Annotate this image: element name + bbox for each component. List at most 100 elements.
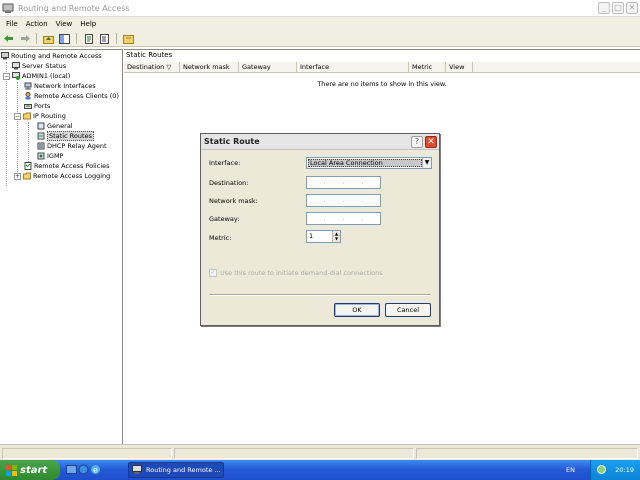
internet-explorer-icon[interactable]: e <box>90 464 101 475</box>
tree-label: Server Status <box>22 62 67 70</box>
interface-select[interactable]: Local Area Connection ▼ <box>306 157 432 169</box>
destination-field[interactable]: ... <box>306 176 381 189</box>
dialog-title: Static Route <box>204 137 260 146</box>
console-tree-icon <box>59 33 70 44</box>
network-interfaces-icon <box>24 82 32 90</box>
tree-label: Ports <box>34 102 51 110</box>
tree-label: Remote Access Policies <box>34 162 110 170</box>
properties-button[interactable] <box>82 33 95 45</box>
destination-label: Destination: <box>209 179 249 187</box>
export-list-button[interactable] <box>98 33 111 45</box>
status-segment <box>2 448 172 459</box>
tree-item-root[interactable]: Routing and Remote Access <box>1 51 102 61</box>
static-route-dialog: Static Route ? ✕ Interface: Local Area C… <box>200 133 440 326</box>
show-desktop-icon[interactable] <box>66 464 77 475</box>
taskbar-task-label: Routing and Remote ... <box>146 466 221 474</box>
igmp-icon <box>37 152 45 160</box>
column-network-mask[interactable]: Network mask <box>180 62 239 73</box>
tree-label: Remote Access Logging <box>33 172 111 180</box>
network-mask-field[interactable]: ... <box>306 194 381 207</box>
tree-item-general[interactable]: General <box>37 121 73 131</box>
tree-item-dhcp-relay-agent[interactable]: DHCP Relay Agent <box>37 141 107 151</box>
language-indicator[interactable]: EN <box>566 466 575 474</box>
empty-list-message: There are no items to show in this view. <box>317 80 447 88</box>
menu-view[interactable]: View <box>52 20 77 28</box>
ok-button[interactable]: OK <box>334 303 380 317</box>
metric-spinner[interactable]: ▲ ▼ <box>332 231 340 242</box>
tree-item-igmp[interactable]: IGMP <box>37 151 63 161</box>
toolbar-separator <box>116 33 117 44</box>
dialog-separator <box>209 294 431 296</box>
interface-select-value: Local Area Connection <box>308 159 422 167</box>
tree-label: ADMIN1 (local) <box>22 72 71 80</box>
gateway-label: Gateway: <box>209 215 240 223</box>
tree-item-remote-access-clients[interactable]: Remote Access Clients (0) <box>24 91 119 101</box>
folder-icon <box>23 112 31 120</box>
tree-item-server-status[interactable]: Server Status <box>12 61 66 71</box>
tree-item-remote-access-logging[interactable]: + Remote Access Logging <box>14 171 110 181</box>
column-destination[interactable]: Destination ▽ <box>124 62 180 73</box>
toolbar <box>0 31 640 47</box>
column-metric[interactable]: Metric <box>409 62 446 73</box>
dropdown-arrow-icon[interactable]: ▼ <box>422 158 431 168</box>
status-segment <box>174 448 414 459</box>
tree-item-server[interactable]: − ADMIN1 (local) <box>3 71 70 81</box>
spin-down-icon[interactable]: ▼ <box>333 236 340 241</box>
tree-item-network-interfaces[interactable]: Network Interfaces <box>24 81 96 91</box>
tree-label: General <box>47 122 73 130</box>
up-level-button[interactable] <box>42 33 55 45</box>
dialog-help-button[interactable]: ? <box>411 136 423 148</box>
collapse-icon[interactable]: − <box>14 112 21 120</box>
demand-dial-checkbox-row: ✓ Use this route to initiate demand-dial… <box>209 269 383 277</box>
interface-label: Interface: <box>209 159 241 167</box>
expand-icon[interactable]: + <box>14 172 21 180</box>
collapse-icon[interactable]: − <box>3 72 10 80</box>
column-headers: Destination ▽ Network mask Gateway Inter… <box>124 62 640 73</box>
cancel-button[interactable]: Cancel <box>385 303 431 317</box>
explorer-quicklaunch-icon[interactable] <box>78 464 89 475</box>
forward-button[interactable] <box>18 33 31 45</box>
title-bar: Routing and Remote Access _ □ ✕ <box>0 0 640 17</box>
maximize-button[interactable]: □ <box>612 2 624 14</box>
server-status-icon <box>12 62 20 70</box>
server-up-icon <box>12 72 20 80</box>
help-book-icon <box>123 34 134 44</box>
metric-stepper[interactable]: 1 ▲ ▼ <box>306 230 341 243</box>
minimize-button[interactable]: _ <box>598 2 610 14</box>
static-routes-icon <box>37 132 45 140</box>
ports-icon <box>24 104 32 109</box>
tree-label: Network Interfaces <box>34 82 96 90</box>
window-title: Routing and Remote Access <box>18 3 130 13</box>
dialog-title-bar: Static Route ? ✕ <box>201 134 439 150</box>
tree-item-static-routes[interactable]: Static Routes <box>37 131 94 141</box>
menu-help[interactable]: Help <box>76 20 100 28</box>
tree-item-ports[interactable]: Ports <box>24 101 50 111</box>
toolbar-separator <box>36 33 37 44</box>
column-gateway[interactable]: Gateway <box>239 62 297 73</box>
menu-file[interactable]: File <box>2 20 22 28</box>
close-window-button[interactable]: ✕ <box>626 2 638 14</box>
dialog-close-button[interactable]: ✕ <box>425 136 437 148</box>
demand-dial-checkbox-label: Use this route to initiate demand-dial c… <box>220 269 383 277</box>
routing-task-icon <box>132 465 142 474</box>
sort-arrow-icon: ▽ <box>166 63 172 71</box>
tree-item-remote-access-policies[interactable]: Remote Access Policies <box>24 161 110 171</box>
back-button[interactable] <box>2 33 15 45</box>
folder-up-icon <box>43 35 54 44</box>
column-view[interactable]: View <box>446 62 473 73</box>
windows-flag-icon <box>6 464 17 476</box>
policies-icon <box>24 162 32 170</box>
help-toolbar-button[interactable] <box>122 33 135 45</box>
tree-item-ip-routing[interactable]: − IP Routing <box>14 111 66 121</box>
console-tree: Routing and Remote Access Server Status … <box>0 49 123 444</box>
network-tray-icon[interactable] <box>597 465 606 474</box>
taskbar-routing-button[interactable]: Routing and Remote ... <box>128 462 224 478</box>
start-label: start <box>20 464 48 476</box>
column-interface[interactable]: Interface <box>297 62 409 73</box>
start-button[interactable]: start <box>0 460 60 480</box>
taskbar: start e Routing and Remote ... EN 20:19 <box>0 460 640 480</box>
gateway-field[interactable]: ... <box>306 212 381 225</box>
menu-action[interactable]: Action <box>22 20 52 28</box>
demand-dial-checkbox[interactable]: ✓ <box>209 269 217 277</box>
show-hide-tree-button[interactable] <box>58 33 71 45</box>
